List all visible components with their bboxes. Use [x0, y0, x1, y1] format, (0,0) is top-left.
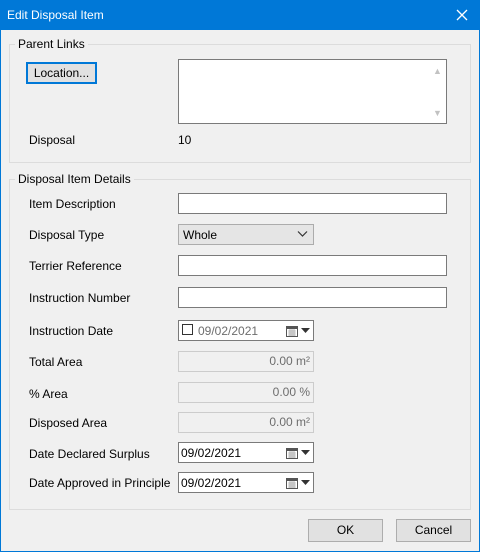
calendar-icon[interactable]	[286, 325, 298, 337]
location-textarea[interactable]: ▲ ▼	[178, 59, 447, 124]
scroll-down-arrow-icon[interactable]: ▼	[433, 108, 442, 118]
title-bar: Edit Disposal Item	[1, 1, 479, 30]
date-approved-picker[interactable]: 09/02/2021	[178, 472, 314, 493]
calendar-icon[interactable]	[286, 447, 298, 459]
disposed-area-input: 0.00 m²	[178, 412, 314, 433]
disposal-type-value: Whole	[183, 228, 218, 242]
location-button[interactable]: Location...	[26, 62, 97, 84]
calendar-icon[interactable]	[286, 477, 298, 489]
instruction-number-input[interactable]	[178, 287, 447, 308]
percent-area-input: 0.00 %	[178, 382, 314, 403]
instruction-date-value: 09/02/2021	[198, 324, 259, 338]
date-declared-surplus-picker[interactable]: 09/02/2021	[178, 442, 314, 463]
location-scrollbar[interactable]: ▲ ▼	[429, 60, 446, 123]
close-button[interactable]	[445, 1, 479, 30]
date-approved-value: 09/02/2021	[181, 476, 242, 490]
close-icon	[456, 9, 468, 21]
terrier-reference-input[interactable]	[178, 255, 447, 276]
instruction-number-label: Instruction Number	[29, 291, 131, 305]
ok-button[interactable]: OK	[308, 519, 383, 542]
percent-area-label: % Area	[29, 387, 68, 401]
item-description-input[interactable]	[178, 193, 447, 214]
chevron-down-icon[interactable]	[301, 480, 310, 486]
disposal-item-details-legend: Disposal Item Details	[18, 172, 131, 186]
item-description-label: Item Description	[29, 197, 116, 211]
chevron-down-icon[interactable]	[301, 450, 310, 456]
parent-links-legend: Parent Links	[18, 37, 85, 51]
date-declared-surplus-label: Date Declared Surplus	[29, 447, 150, 461]
date-declared-surplus-value: 09/02/2021	[181, 446, 242, 460]
window-title: Edit Disposal Item	[7, 8, 104, 22]
disposal-type-label: Disposal Type	[29, 228, 105, 242]
instruction-date-label: Instruction Date	[29, 324, 114, 338]
cancel-button[interactable]: Cancel	[396, 519, 471, 542]
chevron-down-icon	[297, 231, 308, 237]
disposal-value: 10	[178, 133, 192, 147]
date-approved-label: Date Approved in Principle	[29, 476, 171, 490]
disposal-type-select[interactable]: Whole	[178, 224, 314, 245]
edit-disposal-item-dialog: Edit Disposal Item Parent Links Location…	[0, 0, 480, 552]
terrier-reference-label: Terrier Reference	[29, 259, 122, 273]
disposed-area-label: Disposed Area	[29, 416, 108, 430]
instruction-date-checkbox[interactable]	[182, 324, 193, 335]
chevron-down-icon[interactable]	[301, 328, 310, 334]
scroll-up-arrow-icon[interactable]: ▲	[433, 66, 442, 76]
disposal-label: Disposal	[29, 133, 76, 147]
instruction-date-picker[interactable]: 09/02/2021	[178, 320, 314, 341]
total-area-input: 0.00 m²	[178, 351, 314, 372]
total-area-label: Total Area	[29, 355, 83, 369]
